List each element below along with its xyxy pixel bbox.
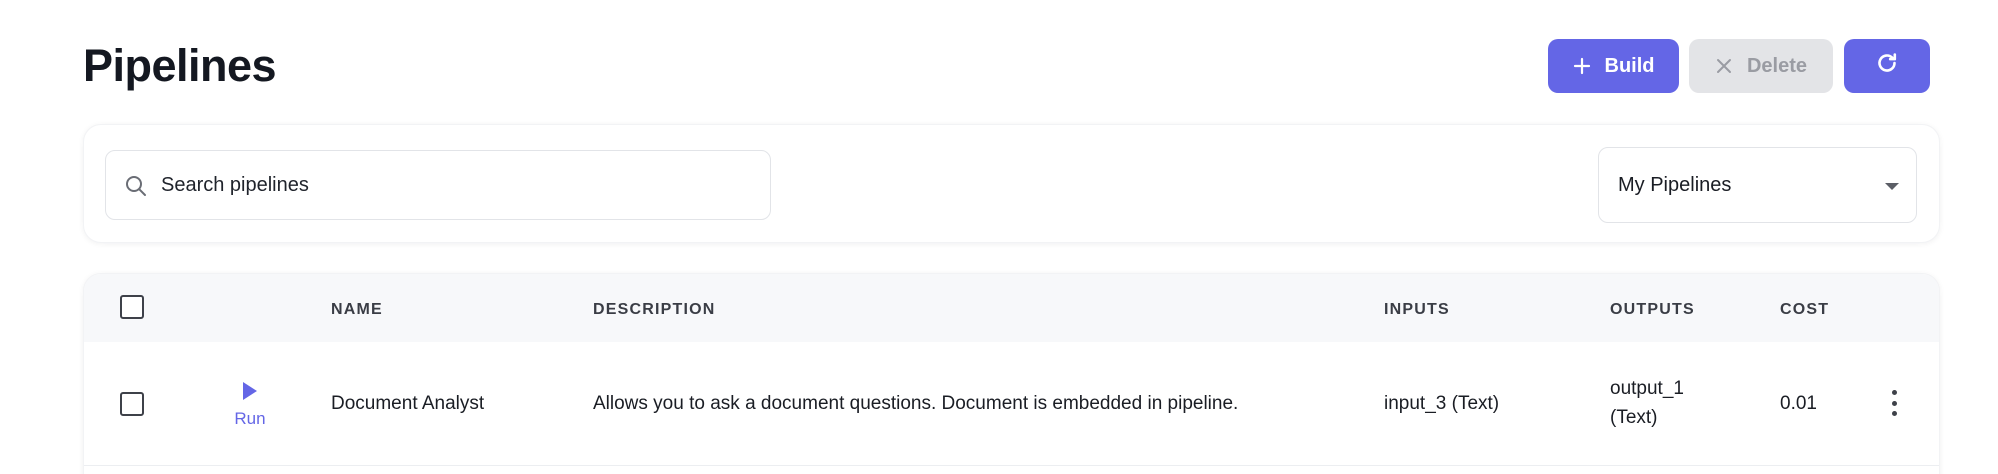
delete-button[interactable]: Delete bbox=[1689, 39, 1833, 93]
pipeline-name[interactable]: Document Analyst bbox=[331, 393, 484, 415]
column-header-inputs[interactable]: INPUTS bbox=[1384, 301, 1450, 319]
search-icon bbox=[124, 174, 148, 203]
select-all-checkbox[interactable] bbox=[120, 295, 144, 319]
more-vertical-icon[interactable] bbox=[1884, 390, 1904, 416]
pipeline-outputs-line-2: (Text) bbox=[1610, 407, 1658, 428]
pipeline-outputs-line-1: output_1 bbox=[1610, 378, 1684, 399]
pipeline-inputs: input_3 (Text) bbox=[1384, 393, 1500, 414]
column-header-name[interactable]: NAME bbox=[331, 301, 383, 319]
pipelines-page: Pipelines Build Delete Search pipelines … bbox=[0, 0, 1998, 474]
search-input[interactable] bbox=[161, 151, 751, 219]
pipelines-table: NAME DESCRIPTION INPUTS OUTPUTS COST Run… bbox=[83, 273, 1940, 474]
column-header-outputs[interactable]: OUTPUTS bbox=[1610, 301, 1695, 319]
play-icon bbox=[243, 382, 257, 400]
table-row[interactable]: Run Document Analyst Allows you to ask a… bbox=[84, 342, 1939, 466]
delete-button-label: Delete bbox=[1746, 54, 1808, 77]
page-title: Pipelines bbox=[83, 40, 277, 91]
close-icon bbox=[1715, 57, 1733, 75]
column-header-cost[interactable]: COST bbox=[1780, 301, 1829, 319]
run-button-label: Run bbox=[234, 409, 266, 428]
build-button[interactable]: Build bbox=[1548, 39, 1679, 93]
refresh-button[interactable] bbox=[1844, 39, 1930, 93]
row-checkbox[interactable] bbox=[120, 392, 144, 416]
pipeline-cost: 0.01 bbox=[1780, 393, 1817, 414]
run-button[interactable]: Run bbox=[222, 382, 278, 428]
search-field[interactable] bbox=[105, 150, 771, 220]
plus-icon bbox=[1573, 57, 1591, 75]
pipeline-scope-select[interactable]: My Pipelines bbox=[1598, 147, 1917, 223]
filter-bar: My Pipelines bbox=[83, 124, 1940, 243]
column-header-description[interactable]: DESCRIPTION bbox=[593, 301, 716, 319]
pipeline-description: Allows you to ask a document questions. … bbox=[593, 393, 1239, 414]
chevron-down-icon bbox=[1885, 183, 1899, 190]
table-header: NAME DESCRIPTION INPUTS OUTPUTS COST bbox=[84, 274, 1939, 342]
pipeline-scope-value: My Pipelines bbox=[1618, 174, 1732, 196]
refresh-icon bbox=[1875, 51, 1899, 81]
build-button-label: Build bbox=[1604, 54, 1655, 77]
